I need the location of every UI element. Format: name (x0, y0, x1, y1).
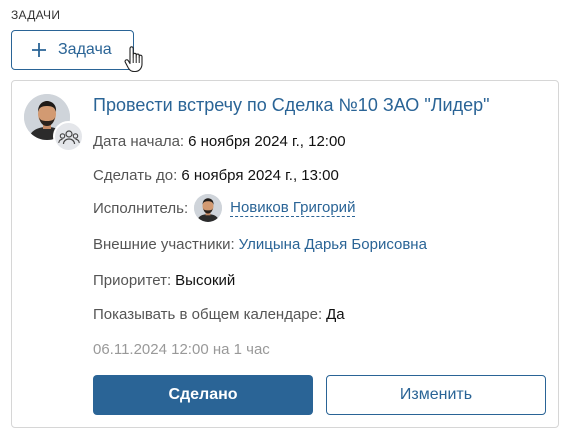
assignee-row: Исполнитель: Новиков Григорий (93, 193, 356, 223)
due-date-label: Сделать до: (93, 167, 178, 184)
task-time-meta: 06.11.2024 12:00 на 1 час (93, 341, 270, 358)
task-card: Провести встречу по Сделка №10 ЗАО "Лиде… (11, 80, 559, 428)
task-title-link[interactable]: Провести встречу по Сделка №10 ЗАО "Лиде… (93, 95, 489, 116)
calendar-value: Да (326, 306, 345, 323)
edit-button[interactable]: Изменить (326, 375, 546, 415)
assignee-label: Исполнитель: (93, 199, 189, 217)
external-participants-label: Внешние участники: (93, 236, 235, 253)
section-title: ЗАДАЧИ (11, 8, 61, 22)
assignee-avatar[interactable] (194, 194, 223, 222)
external-participants-row: Внешние участники: Улицына Дарья Борисов… (93, 236, 427, 253)
plus-icon (30, 41, 48, 59)
priority-label: Приоритет: (93, 272, 172, 289)
add-task-label: Задача (58, 41, 112, 58)
due-date-value: 6 ноября 2024 г., 13:00 (181, 167, 339, 184)
external-participant-link[interactable]: Улицына Дарья Борисовна (239, 236, 427, 253)
group-icon (53, 121, 84, 152)
done-button[interactable]: Сделано (93, 375, 313, 415)
priority-value: Высокий (175, 272, 236, 289)
start-date-value: 6 ноября 2024 г., 12:00 (188, 133, 346, 150)
add-task-button[interactable]: Задача (11, 30, 134, 70)
due-date-row: Сделать до: 6 ноября 2024 г., 13:00 (93, 167, 339, 184)
hand-pointer-icon (124, 46, 144, 74)
assignee-link[interactable]: Новиков Григорий (230, 199, 356, 217)
priority-row: Приоритет: Высокий (93, 272, 235, 289)
start-date-label: Дата начала: (93, 133, 185, 150)
start-date-row: Дата начала: 6 ноября 2024 г., 12:00 (93, 133, 346, 150)
calendar-row: Показывать в общем календаре: Да (93, 306, 345, 323)
calendar-label: Показывать в общем календаре: (93, 306, 323, 323)
